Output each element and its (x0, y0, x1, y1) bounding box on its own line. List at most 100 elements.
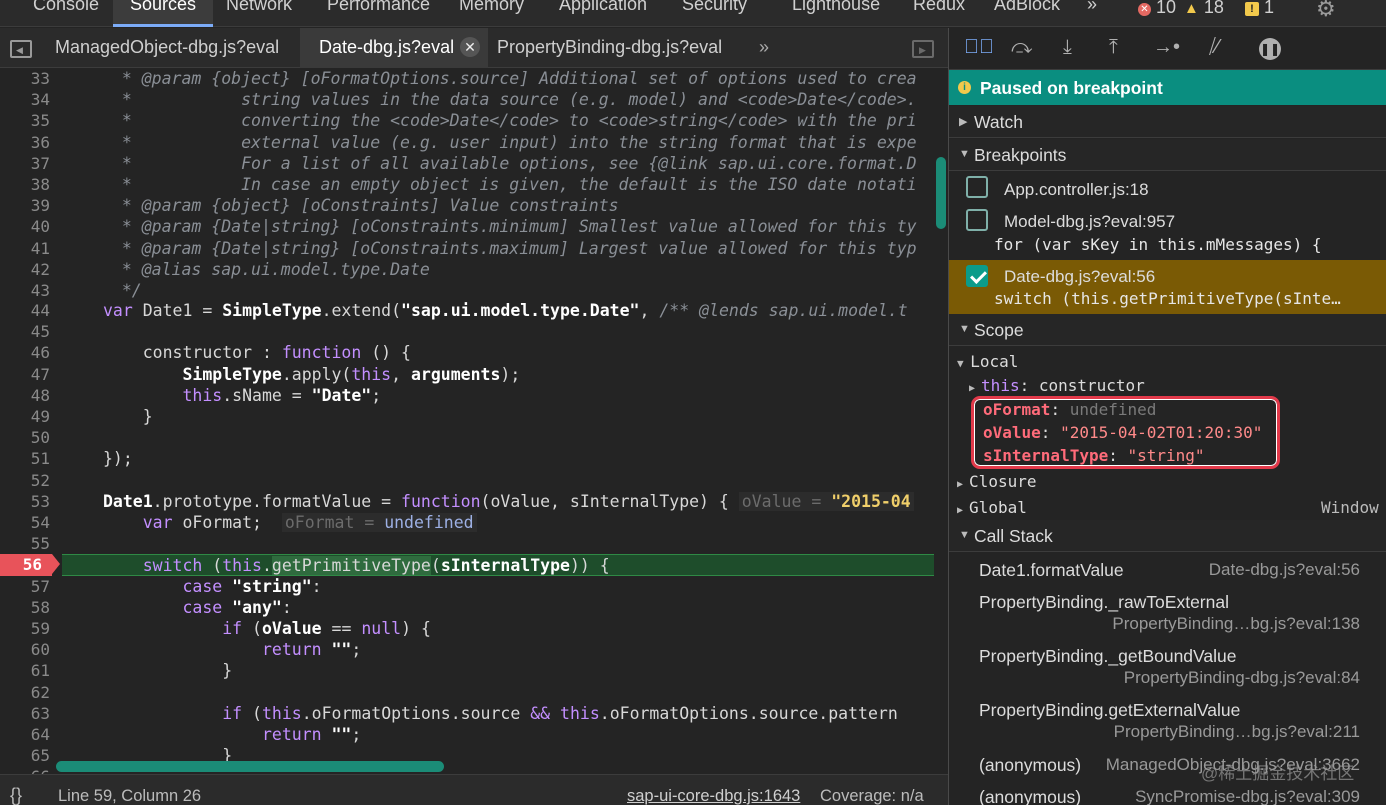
line-number[interactable]: 62 (0, 682, 60, 703)
more-tabs-button[interactable]: » (1087, 0, 1097, 15)
scope-var[interactable]: oValue: "2015-04-02T01:20:30" (983, 423, 1262, 442)
line-number[interactable]: 37 (0, 153, 60, 174)
scope-global[interactable]: ▶ Global (957, 498, 1027, 517)
resume-icon[interactable]: ▶⃒ (964, 36, 994, 59)
file-tab-managedobject[interactable]: ManagedObject-dbg.js?eval (55, 37, 279, 58)
line-number[interactable]: 52 (0, 470, 60, 491)
section-scope[interactable]: ▼ Scope (949, 314, 1386, 346)
step-into-icon[interactable]: ⤓ (1063, 36, 1072, 59)
line-number[interactable]: 34 (0, 89, 60, 110)
code-line[interactable]: * string values in the data source (e.g.… (102, 89, 948, 110)
line-number[interactable]: 46 (0, 342, 60, 363)
code-line[interactable]: if (this.oFormatOptions.source && this.o… (103, 703, 934, 724)
section-watch[interactable]: ▶ Watch (949, 106, 1386, 138)
code-line[interactable]: * @alias sap.ui.model.type.Date (102, 259, 948, 280)
code-line[interactable]: * For a list of all available options, s… (102, 153, 948, 174)
code-line[interactable]: return ""; (103, 724, 934, 745)
line-number[interactable]: 50 (0, 427, 60, 448)
scope-var[interactable]: sInternalType: "string" (983, 446, 1205, 465)
line-number[interactable]: 43 (0, 280, 60, 301)
code-line[interactable]: this.sName = "Date"; (103, 385, 934, 406)
file-tab-date[interactable]: Date-dbg.js?eval ✕ (300, 28, 488, 68)
breakpoint-checkbox-checked[interactable] (966, 265, 988, 287)
tab-application[interactable]: Application (559, 0, 647, 15)
tab-lighthouse[interactable]: Lighthouse (792, 0, 880, 15)
line-number[interactable]: 63 (0, 703, 60, 724)
line-number[interactable]: 45 (0, 321, 60, 342)
breakpoint-checkbox[interactable] (966, 176, 988, 198)
line-number[interactable]: 54 (0, 512, 60, 533)
scope-this[interactable]: ▶ this: constructor (969, 376, 1145, 395)
line-number[interactable]: 42 (0, 259, 60, 280)
more-file-tabs-button[interactable]: » (759, 37, 769, 58)
line-number[interactable]: 64 (0, 724, 60, 745)
source-map-link[interactable]: sap-ui-core-dbg.js:1643 (627, 787, 800, 805)
code-line[interactable]: } (103, 660, 934, 681)
line-number[interactable]: 53 (0, 491, 60, 512)
line-number[interactable]: 48 (0, 385, 60, 406)
step-icon[interactable]: →• (1153, 36, 1180, 59)
code-line[interactable]: }); (103, 448, 934, 469)
breakpoint-item[interactable]: App.controller.js:18 (949, 172, 1386, 204)
code-line[interactable]: var oFormat; oFormat = undefined (103, 512, 934, 533)
code-line[interactable]: return ""; (103, 639, 934, 660)
breakpoint-checkbox[interactable] (966, 209, 988, 231)
line-number[interactable]: 47 (0, 364, 60, 385)
error-count-badge[interactable]: ✕ 10 (1138, 0, 1176, 18)
tab-sources[interactable]: Sources (113, 0, 214, 27)
line-number[interactable]: 60 (0, 639, 60, 660)
current-execution-line[interactable]: switch (this.getPrimitiveType(sInternalT… (62, 554, 934, 576)
step-out-icon[interactable]: ⤒ (1109, 36, 1118, 59)
section-breakpoints[interactable]: ▼ Breakpoints (949, 139, 1386, 171)
line-number[interactable]: 39 (0, 195, 60, 216)
breakpoint-marker[interactable]: 56 (0, 554, 52, 576)
line-number[interactable]: 66 (0, 766, 60, 774)
line-number[interactable]: 49 (0, 406, 60, 427)
editor-vertical-scrollbar[interactable] (936, 157, 946, 229)
line-number[interactable]: 40 (0, 216, 60, 237)
line-number[interactable]: 35 (0, 110, 60, 131)
line-number[interactable]: 58 (0, 597, 60, 618)
code-line[interactable]: * @param {Date|string} [oConstraints.min… (102, 216, 948, 237)
code-line[interactable]: case "any": (103, 597, 934, 618)
deactivate-breakpoints-icon[interactable]: ⧸⁄ (1209, 36, 1219, 59)
toggle-navigator-icon[interactable]: ◀ (10, 40, 32, 58)
tab-adblock[interactable]: AdBlock (994, 0, 1060, 15)
code-line[interactable]: if (oValue == null) { (103, 618, 934, 639)
code-line[interactable]: Date1.prototype.formatValue = function(o… (103, 491, 934, 512)
close-tab-icon[interactable]: ✕ (460, 37, 480, 57)
line-number[interactable]: 55 (0, 533, 60, 554)
line-number[interactable]: 51 (0, 448, 60, 469)
line-number[interactable]: 36 (0, 132, 60, 153)
scope-local[interactable]: ▼ Local (957, 352, 1018, 371)
tab-redux[interactable]: Redux (913, 0, 965, 15)
line-number[interactable]: 57 (0, 576, 60, 597)
file-tab-propertybinding[interactable]: PropertyBinding-dbg.js?eval (497, 37, 722, 58)
code-line[interactable]: * converting the <code>Date</code> to <c… (102, 110, 948, 131)
tab-performance[interactable]: Performance (327, 0, 430, 15)
code-line[interactable]: SimpleType.apply(this, arguments); (103, 364, 934, 385)
code-line[interactable]: * In case an empty object is given, the … (102, 174, 948, 195)
scope-var[interactable]: oFormat: undefined (983, 400, 1156, 419)
code-line[interactable]: * @param {Date|string} [oConstraints.max… (102, 238, 948, 259)
scope-closure[interactable]: ▶ Closure (957, 472, 1036, 491)
settings-gear-icon[interactable]: ⚙ (1316, 0, 1336, 22)
info-count-badge[interactable]: ! 1 (1245, 0, 1274, 18)
code-line[interactable]: case "string": (103, 576, 934, 597)
code-editor[interactable]: 33 * @param {object} [oFormatOptions.sou… (0, 68, 948, 774)
tab-console[interactable]: Console (33, 0, 99, 15)
code-line[interactable]: * @param {object} [oConstraints] Value c… (102, 195, 948, 216)
line-number[interactable]: 61 (0, 660, 60, 681)
tab-memory[interactable]: Memory (459, 0, 524, 15)
toggle-debugger-icon[interactable]: ▶ (912, 40, 934, 58)
pretty-print-button[interactable]: {} (10, 785, 22, 805)
code-line[interactable]: * @param {object} [oFormatOptions.source… (102, 68, 948, 89)
code-line[interactable]: } (103, 406, 934, 427)
line-number[interactable]: 65 (0, 745, 60, 766)
tab-network[interactable]: Network (226, 0, 292, 15)
line-number[interactable]: 33 (0, 68, 60, 89)
code-line[interactable]: var Date1 = SimpleType.extend("sap.ui.mo… (103, 300, 934, 321)
code-line[interactable]: constructor : function () { (103, 342, 934, 363)
warning-count-badge[interactable]: ▲ 18 (1184, 0, 1224, 18)
line-number[interactable]: 59 (0, 618, 60, 639)
